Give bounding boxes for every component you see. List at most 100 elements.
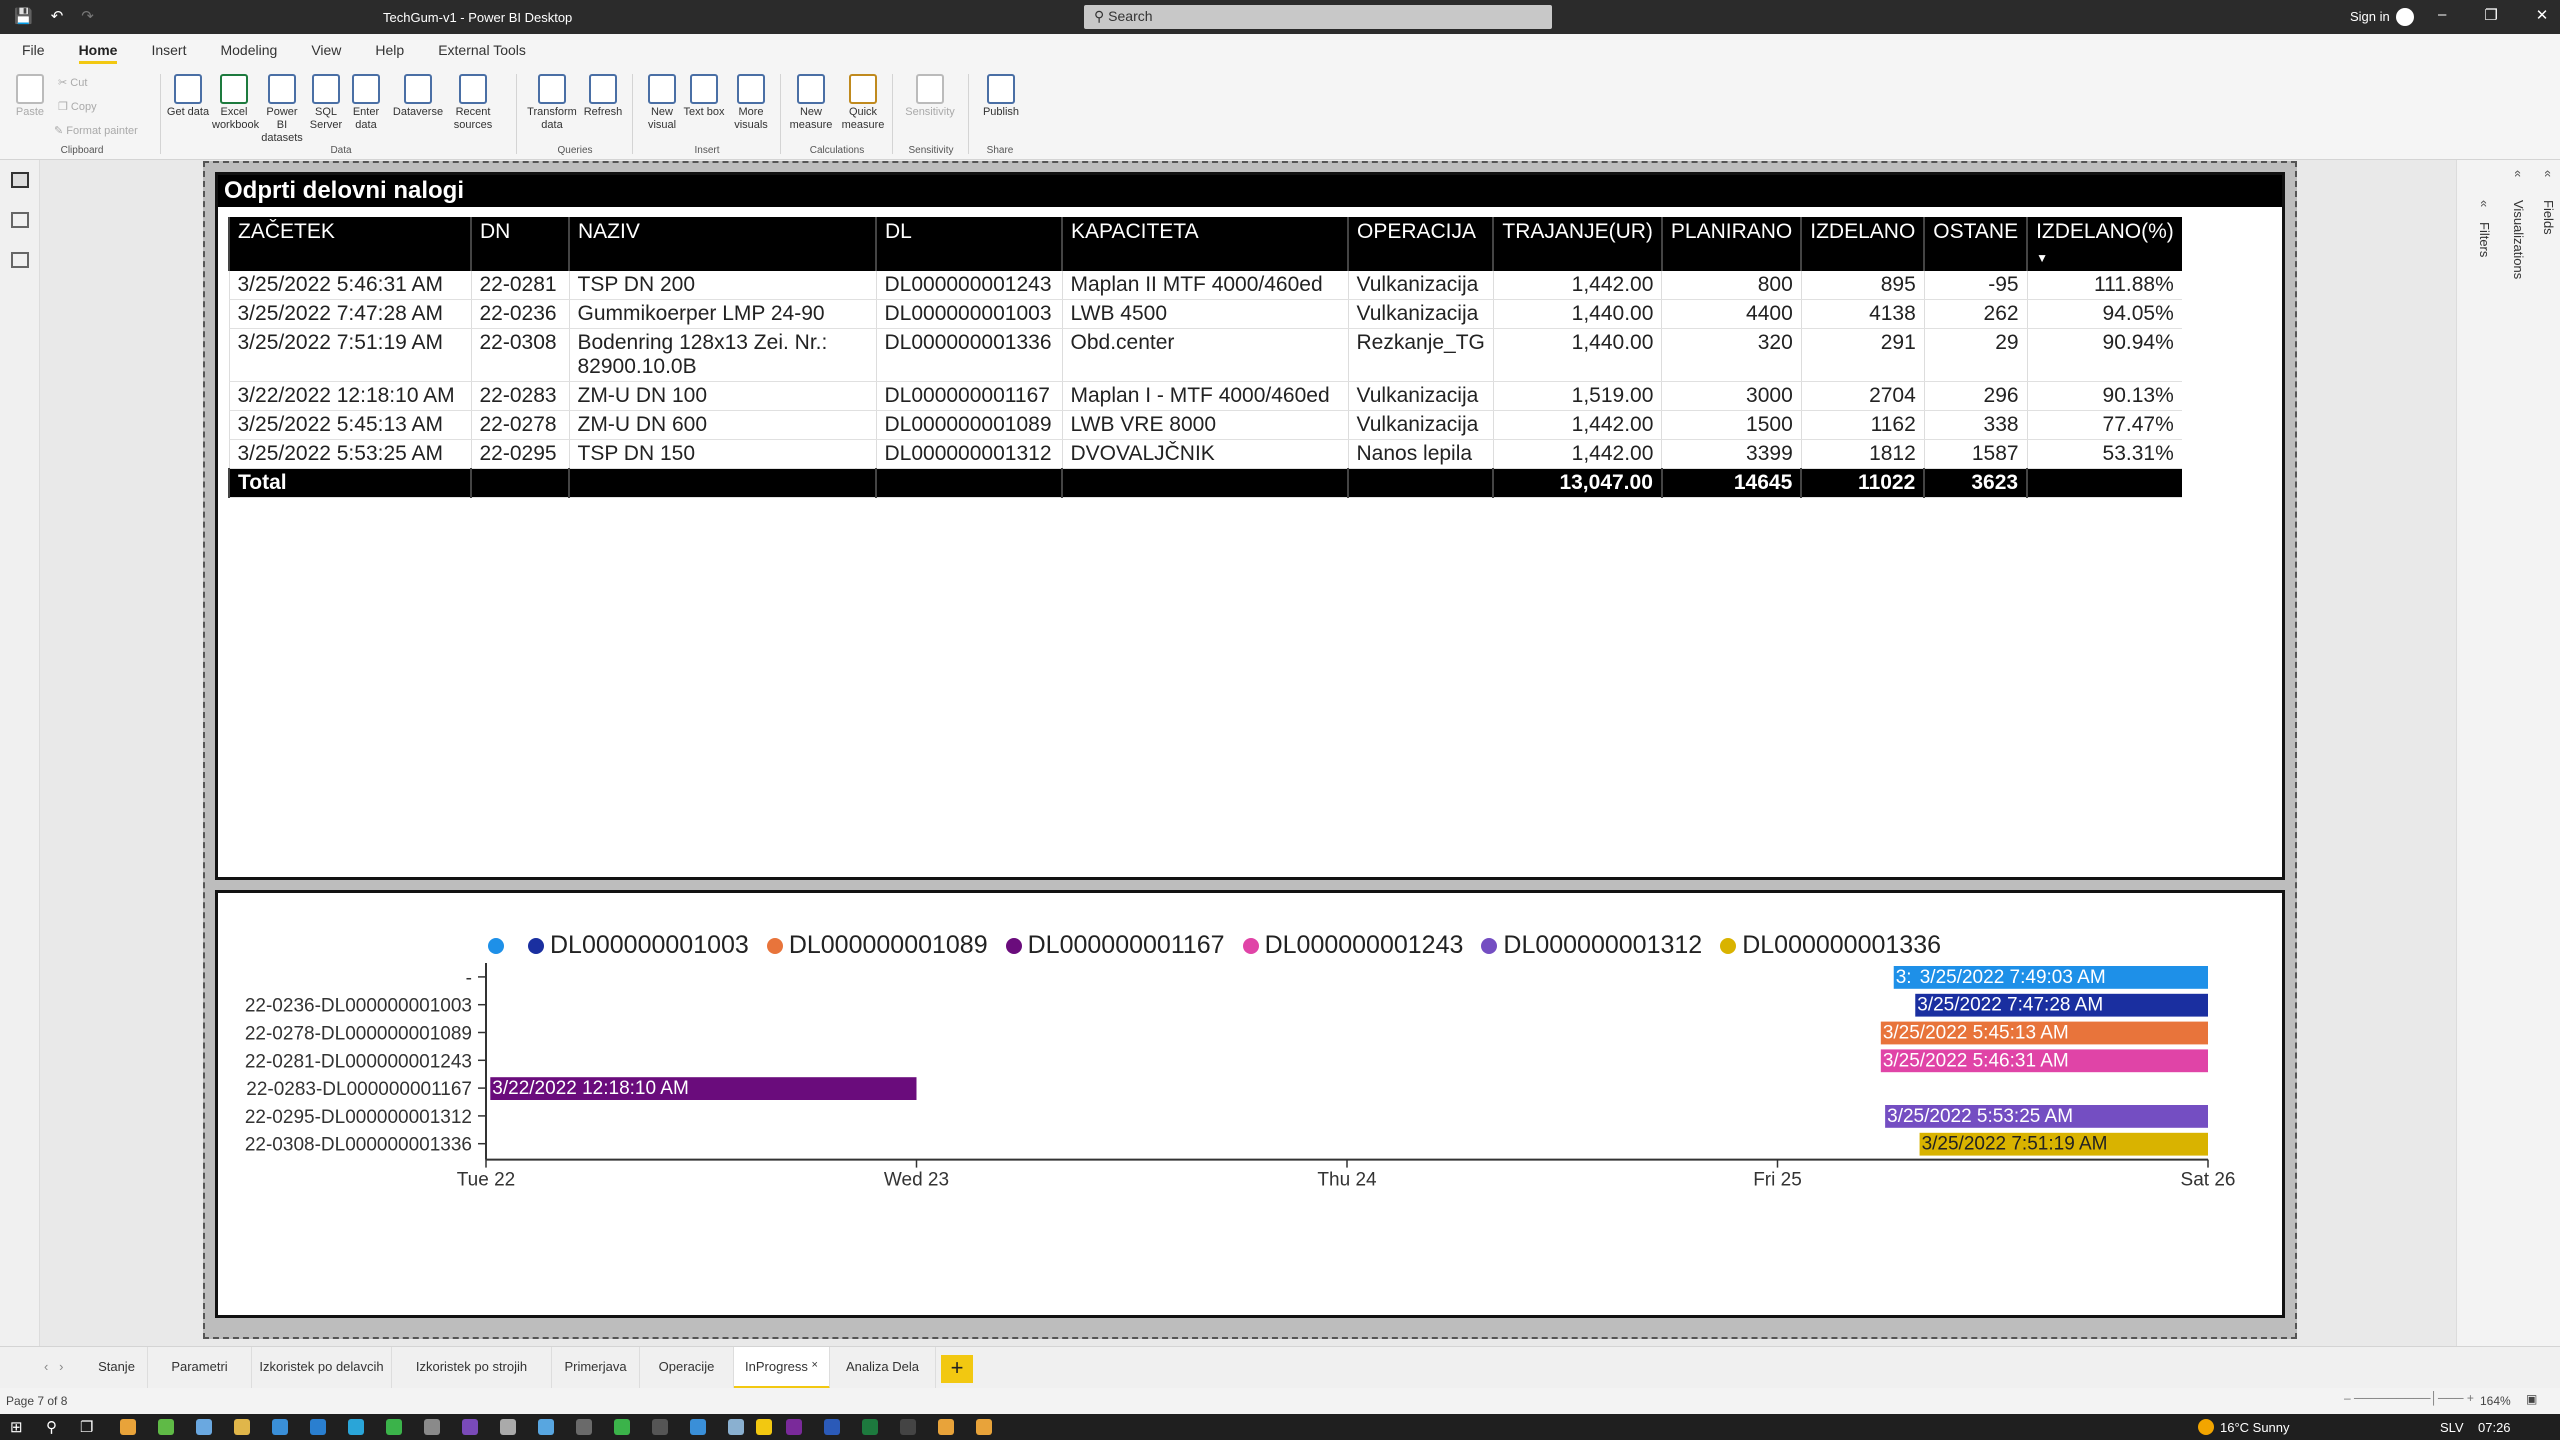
tab-file[interactable]: File xyxy=(22,42,45,64)
publish-button[interactable]: Publish xyxy=(976,74,1026,119)
sensitivity-button[interactable]: Sensitivity xyxy=(900,74,960,119)
gantt-visual[interactable]: DL000000001003 DL000000001089 DL0000000011… xyxy=(215,890,2285,1318)
app-icon[interactable] xyxy=(614,1419,630,1435)
column-header[interactable]: ZAČETEK xyxy=(228,217,471,271)
report-view-icon[interactable] xyxy=(11,172,29,188)
recent-sources-button[interactable]: Recent sources xyxy=(448,74,498,132)
column-header[interactable]: TRAJANJE(UR) xyxy=(1492,217,1662,271)
language-indicator[interactable]: SLV xyxy=(2440,1420,2464,1435)
filters-collapse-icon[interactable]: « xyxy=(2477,200,2492,207)
column-header-sorted[interactable]: IZDELANO(%) ▼ xyxy=(2026,217,2182,271)
sign-in-link[interactable]: Sign in xyxy=(2350,9,2390,24)
column-header[interactable]: OPERACIJA xyxy=(1346,217,1494,271)
power-bi-taskbar-icon[interactable] xyxy=(756,1419,772,1435)
page-tab[interactable]: Analiza Dela xyxy=(830,1347,936,1389)
tab-help[interactable]: Help xyxy=(375,42,404,64)
tab-view[interactable]: View xyxy=(311,42,341,64)
column-header[interactable]: IZDELANO xyxy=(1800,217,1925,271)
page-tab[interactable]: Izkoristek po strojih xyxy=(392,1347,552,1389)
table-visual[interactable]: Odprti delovni nalogi ZAČETEK DN NAZIV D… xyxy=(215,172,2285,880)
app-icon[interactable] xyxy=(462,1419,478,1435)
column-header[interactable]: DN xyxy=(470,217,569,271)
new-visual-button[interactable]: New visual xyxy=(640,74,684,132)
paste-button[interactable]: Paste xyxy=(8,74,52,119)
minimize-icon[interactable]: – xyxy=(2438,6,2446,24)
column-header[interactable]: KAPACITETA xyxy=(1061,217,1348,271)
enter-data-button[interactable]: Enter data xyxy=(344,74,388,132)
filters-pane-label[interactable]: Filters xyxy=(2477,222,2492,257)
quick-measure-button[interactable]: Quick measure xyxy=(838,74,888,132)
app-icon[interactable] xyxy=(424,1419,440,1435)
page-tab[interactable]: Parametri xyxy=(148,1347,252,1389)
more-visuals-button[interactable]: More visuals xyxy=(726,74,776,132)
copy-button[interactable]: ❐ Copy xyxy=(58,100,97,113)
text-box-button[interactable]: Text box xyxy=(682,74,726,119)
task-view-icon[interactable]: ❐ xyxy=(80,1418,93,1436)
redo-icon[interactable]: ↷ xyxy=(81,7,94,25)
column-header[interactable]: PLANIRANO xyxy=(1660,217,1802,271)
app-icon[interactable] xyxy=(386,1419,402,1435)
table-row[interactable]: 3/25/2022 5:45:13 AM 22-0278 ZM-U DN 600 DL… xyxy=(228,410,2182,440)
excel-taskbar-icon[interactable] xyxy=(862,1419,878,1435)
fit-page-icon[interactable]: ▣ xyxy=(2526,1392,2537,1406)
table-row[interactable]: 3/25/2022 5:46:31 AM 22-0281 TSP DN 200 DL0… xyxy=(228,271,2182,300)
sql-server-button[interactable]: SQL Server xyxy=(304,74,348,132)
app-icon[interactable] xyxy=(576,1419,592,1435)
edge-icon[interactable] xyxy=(348,1419,364,1435)
undo-icon[interactable]: ↶ xyxy=(51,7,64,25)
word-icon[interactable] xyxy=(824,1419,840,1435)
fields-collapse-icon[interactable]: « xyxy=(2541,170,2556,177)
app-icon[interactable] xyxy=(310,1419,326,1435)
chrome-icon[interactable] xyxy=(120,1419,136,1435)
avatar[interactable] xyxy=(2396,8,2414,26)
app-icon[interactable] xyxy=(196,1419,212,1435)
tab-home[interactable]: Home xyxy=(78,42,118,64)
app-icon[interactable] xyxy=(538,1419,554,1435)
get-data-button[interactable]: Get data xyxy=(166,74,210,119)
page-tab-active[interactable]: InProgress × xyxy=(734,1347,830,1389)
page-tab[interactable]: Primerjava xyxy=(552,1347,640,1389)
visualizations-pane-label[interactable]: Visualizations xyxy=(2511,200,2526,279)
column-header[interactable]: DL xyxy=(875,217,1062,271)
excel-workbook-button[interactable]: Excel workbook xyxy=(212,74,259,132)
page-nav-arrows[interactable]: ‹ › xyxy=(44,1359,64,1374)
table-row[interactable]: 3/22/2022 12:18:10 AM 22-0283 ZM-U DN 100 D… xyxy=(228,381,2182,411)
terminal-icon[interactable] xyxy=(900,1419,916,1435)
format-painter-button[interactable]: ✎ Format painter xyxy=(54,124,138,137)
table-row[interactable]: 3/25/2022 5:53:25 AM 22-0295 TSP DN 150 DL0… xyxy=(228,439,2182,469)
add-page-button[interactable]: + xyxy=(941,1355,973,1383)
tab-modeling[interactable]: Modeling xyxy=(220,42,277,64)
close-icon[interactable]: ✕ xyxy=(2536,6,2549,24)
save-icon[interactable]: 💾 xyxy=(14,7,33,25)
app-icon[interactable] xyxy=(158,1419,174,1435)
app-icon[interactable] xyxy=(500,1419,516,1435)
app-icon[interactable] xyxy=(272,1419,288,1435)
file-explorer-icon[interactable] xyxy=(234,1419,250,1435)
app-icon[interactable] xyxy=(976,1419,992,1435)
search-box[interactable]: ⚲ Search xyxy=(1084,5,1552,29)
model-view-icon[interactable] xyxy=(11,252,29,268)
app-icon[interactable] xyxy=(652,1419,668,1435)
page-tab[interactable]: Operacije xyxy=(640,1347,734,1389)
tab-insert[interactable]: Insert xyxy=(151,42,186,64)
transform-data-button[interactable]: Transform data xyxy=(524,74,580,132)
refresh-button[interactable]: Refresh xyxy=(580,74,626,119)
windows-start-icon[interactable]: ⊞ xyxy=(10,1418,23,1436)
tab-external-tools[interactable]: External Tools xyxy=(438,42,526,64)
weather-text[interactable]: 16°C Sunny xyxy=(2220,1420,2290,1435)
app-icon[interactable] xyxy=(938,1419,954,1435)
onenote-icon[interactable] xyxy=(786,1419,802,1435)
page-tab[interactable]: Izkoristek po delavcih xyxy=(252,1347,392,1389)
dataverse-button[interactable]: Dataverse xyxy=(392,74,444,119)
close-tab-icon[interactable]: × xyxy=(812,1359,818,1371)
data-view-icon[interactable] xyxy=(11,212,29,228)
column-header[interactable]: NAZIV xyxy=(568,217,876,271)
restore-icon[interactable]: ❐ xyxy=(2484,6,2497,24)
visualizations-collapse-icon[interactable]: « xyxy=(2511,170,2526,177)
clock[interactable]: 07:26 xyxy=(2478,1420,2511,1435)
app-icon[interactable] xyxy=(690,1419,706,1435)
column-header[interactable]: OSTANE xyxy=(1923,217,2028,271)
table-row[interactable]: 3/25/2022 7:51:19 AM 22-0308 Bodenring 128… xyxy=(228,328,2182,382)
fields-pane-label[interactable]: Fields xyxy=(2541,200,2556,235)
app-icon[interactable] xyxy=(728,1419,744,1435)
